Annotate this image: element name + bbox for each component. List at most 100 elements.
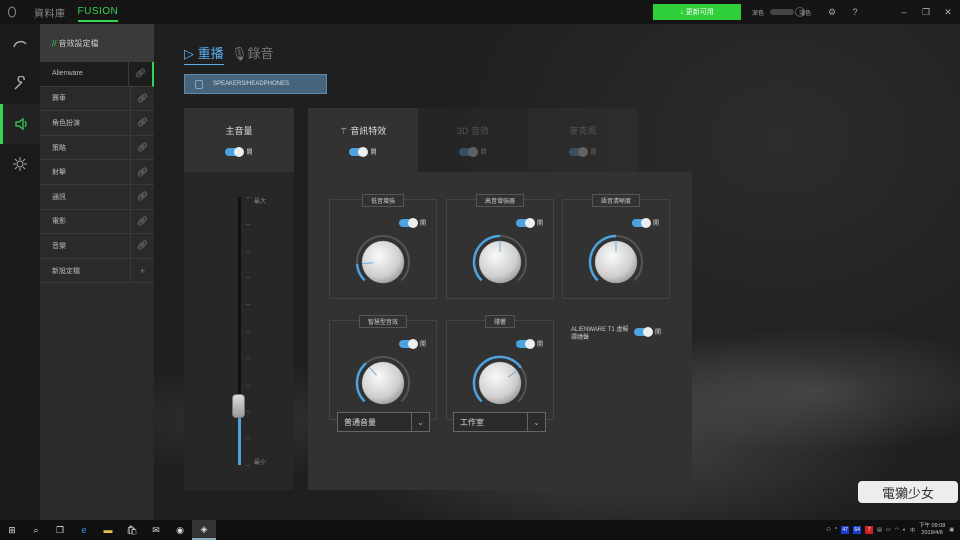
bass-boost-knob[interactable] [355, 234, 411, 290]
battery-icon[interactable]: ▭ [886, 527, 891, 533]
voice-clarity-knob[interactable] [588, 234, 644, 290]
slider-tick [246, 411, 250, 413]
link-icon[interactable]: 🔗︎ [130, 160, 154, 184]
task-view-icon[interactable]: ❐ [48, 520, 72, 540]
profile-item[interactable]: 射擊 🔗︎ [40, 160, 154, 185]
smart-volume-switch[interactable] [398, 338, 418, 349]
tab-fusion[interactable]: FUSION [77, 2, 119, 22]
link-icon[interactable]: 🔗︎ [130, 234, 154, 258]
voice-clarity-switch[interactable] [631, 217, 651, 228]
slider-tick [246, 357, 250, 359]
slider-tick [246, 438, 250, 440]
clock-time: 下午 09:08 [918, 523, 946, 529]
update-button[interactable]: ↓ 更新可用 [653, 4, 741, 20]
treble-boost-switch[interactable] [515, 217, 535, 228]
lighting-icon[interactable] [0, 24, 40, 64]
theme-toggle[interactable] [770, 7, 805, 17]
microphone-switch[interactable] [569, 146, 589, 157]
tab-microphone[interactable]: 麥克風 開 [528, 108, 638, 172]
reverb-knob[interactable] [472, 355, 528, 411]
volume-icon[interactable]: 🔈︎ [903, 527, 906, 533]
wand-icon: ⚚ [339, 126, 351, 136]
smart-volume-dropdown[interactable]: 普通音量 ⌄ [337, 412, 430, 432]
mail-icon[interactable]: ✉ [144, 520, 168, 540]
ime-icon[interactable]: 中 [910, 527, 915, 534]
notification-icon[interactable]: ▣ [949, 527, 954, 533]
volume-slider-handle[interactable] [232, 394, 245, 419]
minimize-icon[interactable]: – [898, 6, 910, 18]
dropdown-value: 普通音量 [344, 417, 376, 427]
link-icon[interactable]: 🔗︎ [130, 184, 154, 209]
edge-icon[interactable]: e [72, 520, 96, 540]
link-icon[interactable]: 🔗︎ [130, 135, 154, 160]
switch-label: 開 [419, 221, 426, 227]
reverb-switch[interactable] [515, 338, 535, 349]
link-icon[interactable]: 🔗︎ [130, 111, 154, 135]
bass-boost-switch[interactable] [398, 217, 418, 228]
restore-icon[interactable]: ❐ [920, 6, 932, 18]
tab-library[interactable]: 資料庫 [34, 1, 66, 24]
tray-badge[interactable]: 7 [865, 526, 874, 534]
speaker-device-icon [195, 80, 203, 89]
profile-item[interactable]: 角色扮演 🔗︎ [40, 111, 154, 136]
profile-item[interactable]: 電影 🔗︎ [40, 209, 154, 235]
master-volume-header: 主音量 開 [184, 108, 294, 172]
slider-tick [246, 197, 250, 198]
tab-record-label: 錄音 [247, 46, 274, 61]
wifi-icon[interactable]: ◠ [895, 527, 899, 533]
profile-label: 策略 [52, 144, 66, 152]
profile-label: 射擊 [52, 169, 66, 177]
alienware-command-center-icon[interactable]: ◈ [192, 520, 216, 540]
add-icon[interactable]: + [130, 258, 154, 283]
speaker-icon[interactable] [0, 104, 40, 144]
profile-item-new[interactable]: 新設定檔 + [40, 258, 154, 284]
device-select[interactable]: SPEAKERS/HEADPHONES [184, 74, 327, 94]
link-icon[interactable]: 🔗︎ [130, 209, 154, 234]
profile-label: 新設定檔 [52, 267, 80, 275]
store-icon[interactable]: 🛍︎ [120, 520, 144, 540]
profile-item[interactable]: Alienware 🔗︎ [40, 62, 154, 87]
switch-label: 開 [480, 150, 487, 156]
audio-effects-switch[interactable] [349, 146, 369, 157]
sun-icon[interactable] [0, 144, 40, 184]
3d-audio-switch[interactable] [459, 146, 479, 157]
clock[interactable]: 下午 09:08 2019/4/8 [919, 523, 945, 537]
alienware-surround-switch[interactable] [634, 326, 653, 337]
treble-boost-knob[interactable] [472, 234, 528, 290]
help-icon[interactable]: ? [849, 6, 861, 18]
reverb-dropdown[interactable]: 工作室 ⌄ [453, 412, 546, 432]
windows-start-icon[interactable]: ⊞ [0, 520, 24, 540]
tab-playback[interactable]: ▷ 重播 [184, 43, 224, 65]
profile-item[interactable]: 通訊 🔗︎ [40, 184, 154, 210]
settings-icon[interactable]: ⚙ [826, 6, 838, 18]
alienware-app-icon[interactable]: ◉ [168, 520, 192, 540]
switch-label: 開 [536, 342, 543, 348]
switch-label: 開 [590, 150, 597, 156]
tab-record[interactable]: 🎙︎錄音 [231, 43, 274, 62]
link-icon[interactable]: 🔗︎ [128, 62, 152, 86]
smart-volume-knob[interactable] [355, 355, 411, 411]
profile-item[interactable]: 賽車 🔗︎ [40, 86, 154, 112]
profile-label: 角色扮演 [52, 119, 80, 127]
bass-boost-box: 低音增強 開 [329, 194, 437, 299]
switch-label: 開 [655, 330, 662, 336]
slider-tick [246, 384, 250, 386]
tray-badge[interactable]: 47 [841, 526, 850, 534]
tab-3d-audio[interactable]: 3D 音效 開 [418, 108, 528, 172]
profile-item[interactable]: 策略 🔗︎ [40, 135, 154, 161]
link-icon[interactable]: 🔗︎ [130, 86, 154, 111]
master-volume-switch[interactable] [225, 146, 245, 157]
network-icon[interactable]: ▤ [877, 527, 882, 533]
people-icon[interactable]: ⚇ [826, 527, 830, 533]
close-icon[interactable]: ✕ [942, 6, 954, 18]
tab-audio-effects[interactable]: ⚚ 音訊特效 開 [308, 108, 418, 172]
folder-icon[interactable]: ▬ [96, 520, 120, 540]
tray-arrow-icon[interactable]: ^ [835, 527, 837, 533]
tray-badge[interactable]: 64 [853, 526, 862, 534]
slider-tick [246, 250, 250, 252]
wrench-icon[interactable] [0, 64, 40, 104]
left-rail [0, 24, 40, 520]
mode-light-label: 淺色 [799, 11, 812, 17]
profile-item[interactable]: 音樂 🔗︎ [40, 234, 154, 259]
search-icon[interactable]: ⌕ [24, 520, 48, 540]
